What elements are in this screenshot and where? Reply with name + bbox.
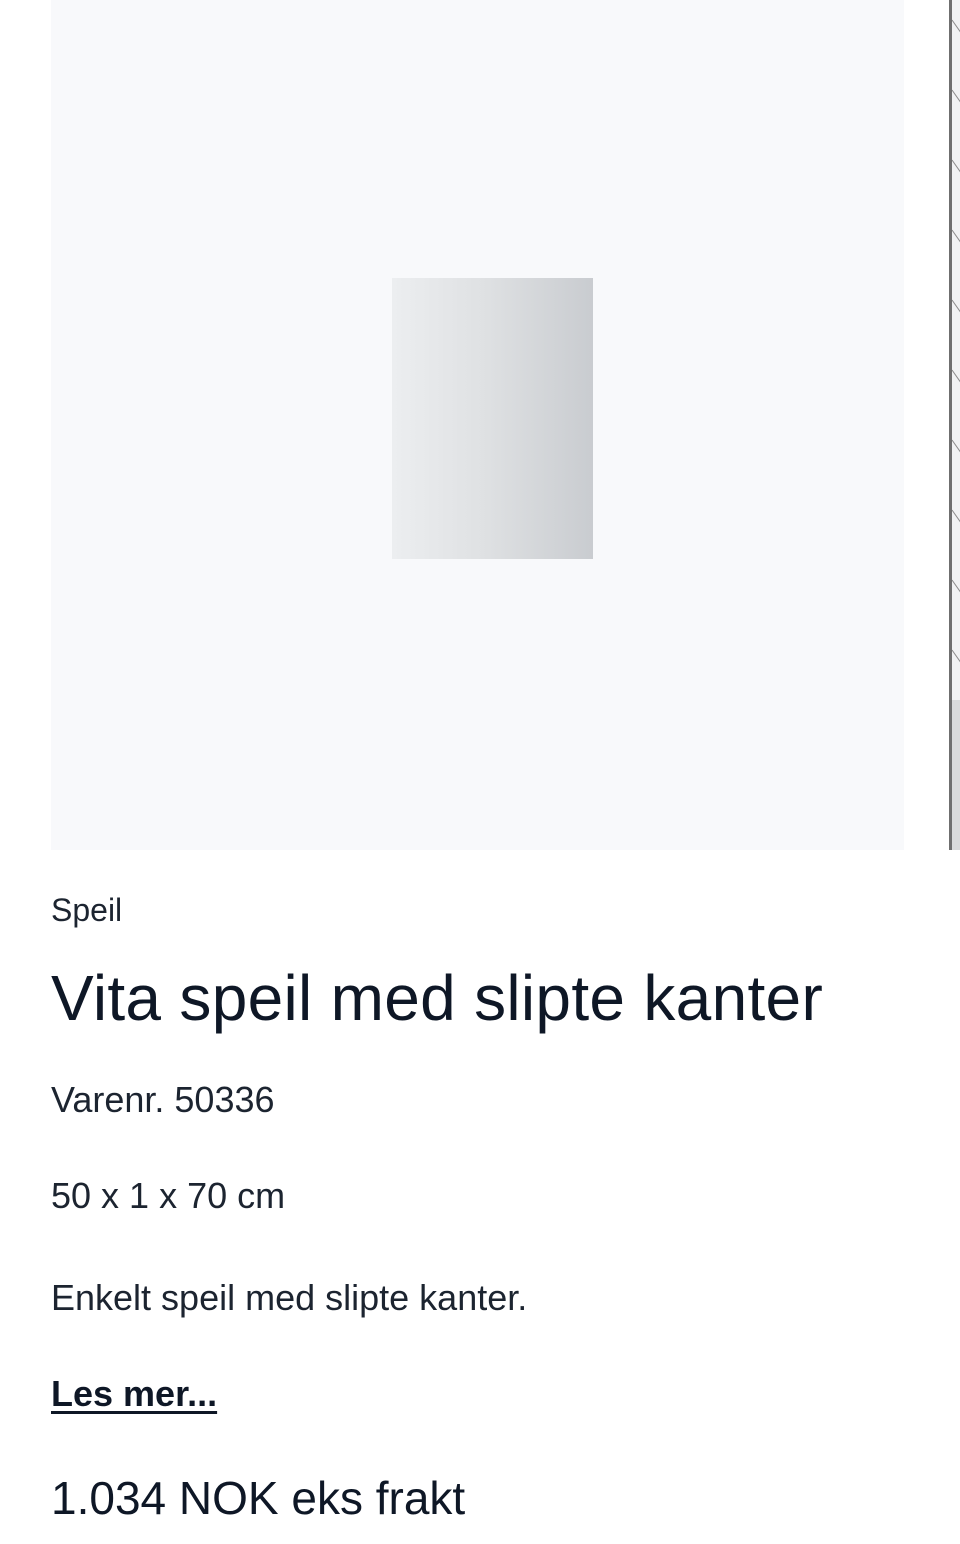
product-image-slide[interactable]: [51, 0, 904, 850]
product-dimensions: 50 x 1 x 70 cm: [51, 1175, 286, 1216]
read-more-link[interactable]: Les mer...: [51, 1372, 217, 1416]
product-title: Vita speil med slipte kanter: [51, 962, 824, 1034]
product-image-gallery[interactable]: [0, 0, 960, 850]
next-image-slide-peek[interactable]: [949, 0, 960, 850]
bathroom-scene-image: [952, 19, 960, 850]
product-category: Speil: [51, 892, 123, 928]
mirror-product-image: [392, 278, 593, 559]
product-sku: Varenr. 50336: [51, 1079, 275, 1120]
product-page: Speil Vita speil med slipte kanter Varen…: [0, 0, 960, 1544]
product-description: Enkelt speil med slipte kanter.: [51, 1277, 528, 1318]
product-price: 1.034 NOK eks frakt: [51, 1472, 466, 1524]
